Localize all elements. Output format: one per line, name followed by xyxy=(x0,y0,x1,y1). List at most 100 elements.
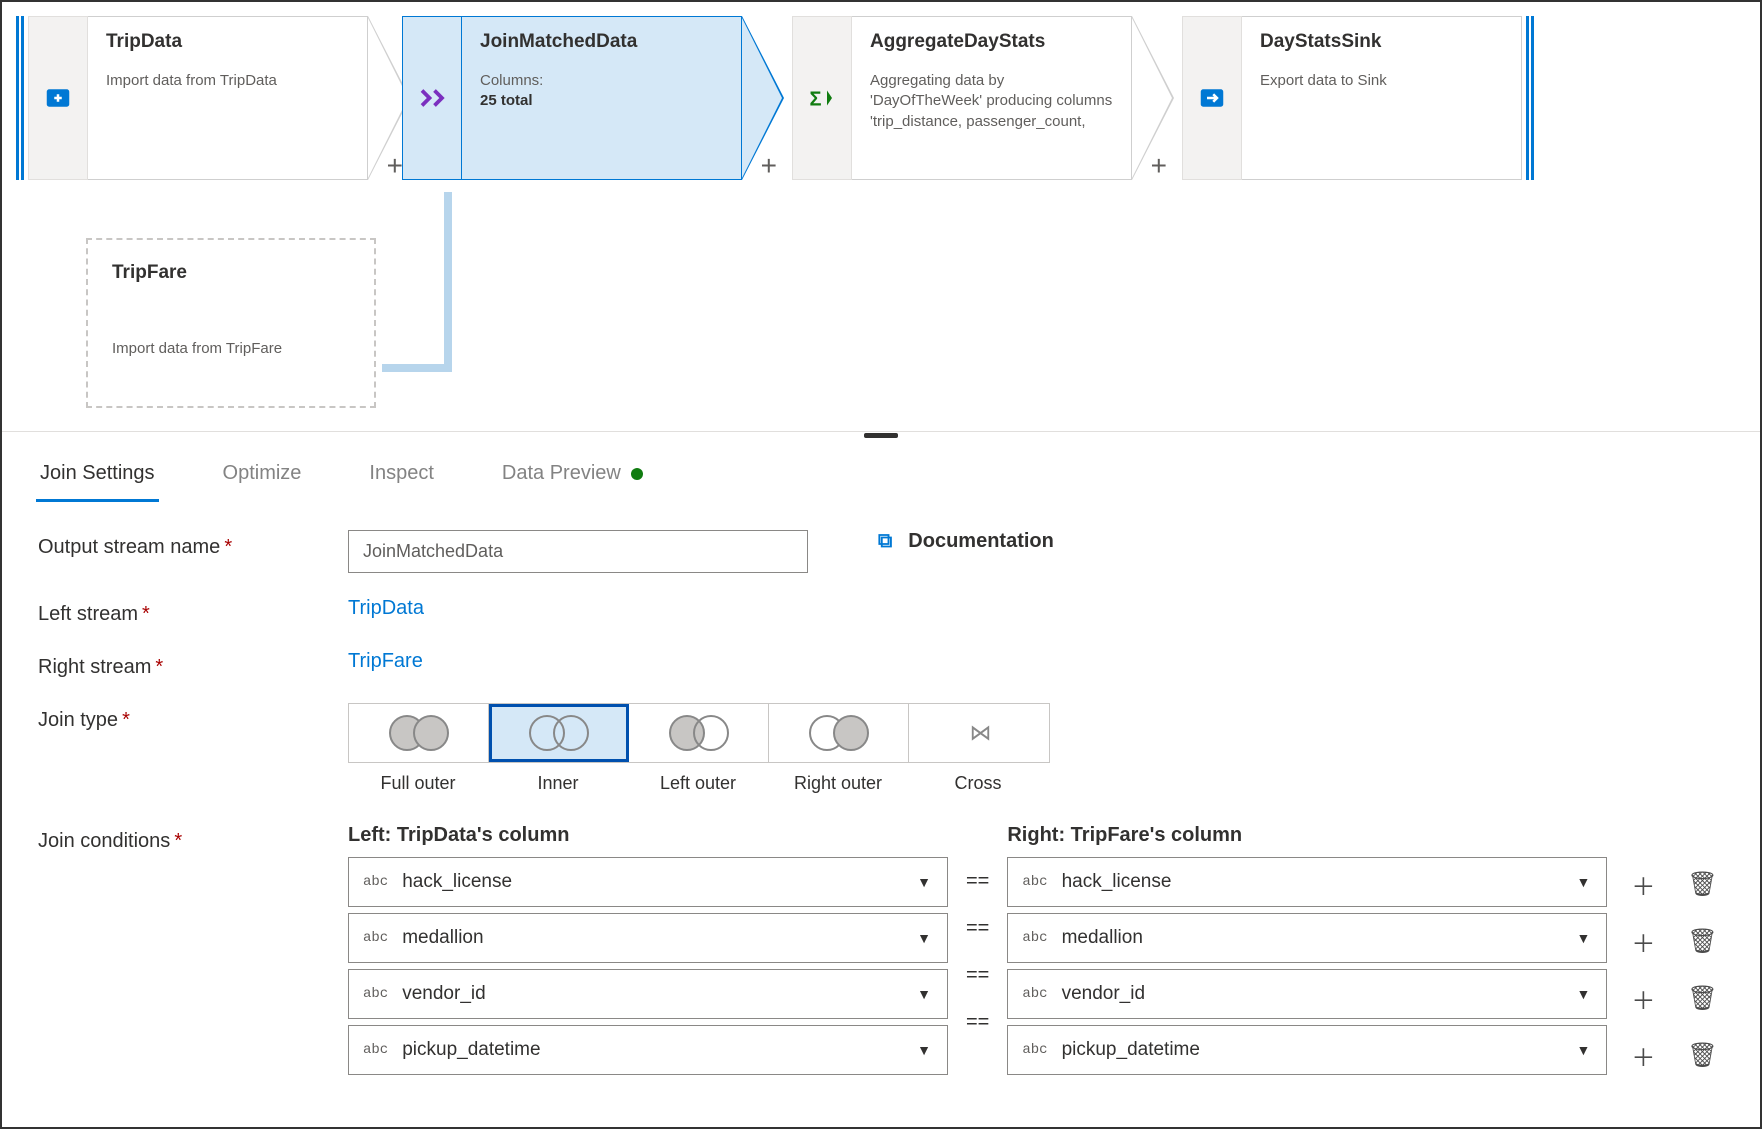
tab-inspect[interactable]: Inspect xyxy=(365,452,437,502)
connector xyxy=(444,282,452,372)
join-type-label-left: Left outer xyxy=(628,773,768,794)
right-condition-select[interactable]: abc pickup_datetime ▼ xyxy=(1007,1025,1607,1075)
add-condition-button[interactable]: ＋ xyxy=(1625,1037,1661,1074)
preview-status-dot xyxy=(631,468,643,480)
type-badge: abc xyxy=(349,1042,402,1058)
join-type-inner[interactable] xyxy=(489,704,629,762)
join-type-label-inner: Inner xyxy=(488,773,628,794)
right-condition-select[interactable]: abc vendor_id ▼ xyxy=(1007,969,1607,1019)
add-condition-button[interactable]: ＋ xyxy=(1625,866,1661,903)
join-conditions-label: Join conditions* xyxy=(38,824,348,853)
join-type-selector: ⋈ xyxy=(348,703,1050,763)
right-condition-select[interactable]: abc medallion ▼ xyxy=(1007,913,1607,963)
type-badge: abc xyxy=(349,930,402,946)
chevron-down-icon[interactable]: ▼ xyxy=(1561,874,1607,890)
output-stream-input[interactable] xyxy=(348,530,808,573)
columns-label: Columns: xyxy=(480,71,723,91)
column-name: hack_license xyxy=(1062,871,1561,893)
type-badge: abc xyxy=(1008,930,1061,946)
node-subtitle: Import data from TripData xyxy=(106,71,349,91)
node-handle[interactable] xyxy=(1526,16,1534,180)
node-subtitle: Aggregating data by 'DayOfTheWeek' produ… xyxy=(870,71,1113,132)
equals-operator: == xyxy=(966,1011,989,1034)
delete-condition-button[interactable]: 🗑 xyxy=(1681,1040,1723,1071)
node-title: TripFare xyxy=(112,262,350,284)
chevron-down-icon[interactable]: ▼ xyxy=(901,874,947,890)
join-type-label: Join type* xyxy=(38,703,348,732)
chevron-down-icon[interactable]: ▼ xyxy=(901,1042,947,1058)
svg-text:Σ: Σ xyxy=(810,89,822,111)
node-subtitle: Import data from TripFare xyxy=(112,340,350,357)
settings-tabs: Join Settings Optimize Inspect Data Prev… xyxy=(2,438,1760,502)
left-column-header: Left: TripData's column xyxy=(348,824,948,847)
right-condition-select[interactable]: abc hack_license ▼ xyxy=(1007,857,1607,907)
join-type-label-cross: Cross xyxy=(908,773,1048,794)
chevron-down-icon[interactable]: ▼ xyxy=(901,986,947,1002)
join-type-label-right: Right outer xyxy=(768,773,908,794)
node-aggregatedaystats[interactable]: Σ AggregateDayStats Aggregating data by … xyxy=(792,16,1174,180)
left-condition-select[interactable]: abc medallion ▼ xyxy=(348,913,948,963)
add-step-button[interactable]: + xyxy=(1145,149,1173,183)
column-name: medallion xyxy=(402,927,901,949)
column-name: pickup_datetime xyxy=(402,1039,901,1061)
right-stream-value[interactable]: TripFare xyxy=(348,650,423,673)
chevron-down-icon[interactable]: ▼ xyxy=(901,930,947,946)
type-badge: abc xyxy=(349,874,402,890)
delete-condition-button[interactable]: 🗑 xyxy=(1681,869,1723,900)
left-stream-value[interactable]: TripData xyxy=(348,597,424,620)
add-step-button[interactable]: + xyxy=(381,149,409,183)
type-badge: abc xyxy=(349,986,402,1002)
node-joinmatcheddata[interactable]: JoinMatchedData Columns: 25 total + xyxy=(402,16,784,180)
join-icon xyxy=(402,16,462,180)
left-condition-select[interactable]: abc hack_license ▼ xyxy=(348,857,948,907)
dataflow-canvas[interactable]: TripData Import data from TripData + Joi… xyxy=(2,2,1760,432)
delete-condition-button[interactable]: 🗑 xyxy=(1681,926,1723,957)
tab-data-preview[interactable]: Data Preview xyxy=(498,452,647,502)
connector xyxy=(382,364,452,372)
column-name: medallion xyxy=(1062,927,1561,949)
column-name: vendor_id xyxy=(1062,983,1561,1005)
join-settings-form: Output stream name* ⧉ Documentation Left… xyxy=(2,502,1760,1133)
aggregate-icon: Σ xyxy=(792,16,852,180)
cross-icon: ⋈ xyxy=(970,720,989,746)
join-type-left-outer[interactable] xyxy=(629,704,769,762)
tab-label: Data Preview xyxy=(502,462,621,484)
node-tripfare[interactable]: TripFare Import data from TripFare xyxy=(86,238,376,408)
left-stream-label: Left stream* xyxy=(38,597,348,626)
equals-operator: == xyxy=(966,917,989,940)
add-condition-button[interactable]: ＋ xyxy=(1625,923,1661,960)
join-type-right-outer[interactable] xyxy=(769,704,909,762)
chevron-down-icon[interactable]: ▼ xyxy=(1561,986,1607,1002)
join-type-cross[interactable]: ⋈ xyxy=(909,704,1049,762)
connector xyxy=(444,192,452,290)
right-conditions-column: Right: TripFare's column abc hack_licens… xyxy=(1007,824,1607,1081)
condition-actions: ＋ 🗑 ＋ 🗑 ＋ 🗑 ＋ 🗑 xyxy=(1625,824,1723,1074)
delete-condition-button[interactable]: 🗑 xyxy=(1681,983,1723,1014)
chevron-down-icon[interactable]: ▼ xyxy=(1561,930,1607,946)
equals-column: ======== xyxy=(966,824,989,1034)
output-stream-label: Output stream name* xyxy=(38,530,348,559)
node-title: AggregateDayStats xyxy=(870,31,1113,53)
node-daystatssink[interactable]: DayStatsSink Export data to Sink xyxy=(1182,16,1534,180)
doc-link-label: Documentation xyxy=(908,530,1054,553)
node-title: TripData xyxy=(106,31,349,53)
chevron-down-icon[interactable]: ▼ xyxy=(1561,1042,1607,1058)
type-badge: abc xyxy=(1008,1042,1061,1058)
right-column-header: Right: TripFare's column xyxy=(1007,824,1607,847)
join-type-label-full: Full outer xyxy=(348,773,488,794)
left-conditions-column: Left: TripData's column abc hack_license… xyxy=(348,824,948,1081)
equals-operator: == xyxy=(966,870,989,893)
tab-join-settings[interactable]: Join Settings xyxy=(36,452,159,502)
source-icon xyxy=(28,16,88,180)
join-type-full-outer[interactable] xyxy=(349,704,489,762)
node-handle[interactable] xyxy=(16,16,24,180)
add-condition-button[interactable]: ＋ xyxy=(1625,980,1661,1017)
documentation-link[interactable]: ⧉ Documentation xyxy=(878,530,1054,553)
add-step-button[interactable]: + xyxy=(755,149,783,183)
left-condition-select[interactable]: abc vendor_id ▼ xyxy=(348,969,948,1019)
tab-optimize[interactable]: Optimize xyxy=(219,452,306,502)
type-badge: abc xyxy=(1008,874,1061,890)
node-tripdata[interactable]: TripData Import data from TripData + xyxy=(16,16,410,180)
left-condition-select[interactable]: abc pickup_datetime ▼ xyxy=(348,1025,948,1075)
type-badge: abc xyxy=(1008,986,1061,1002)
